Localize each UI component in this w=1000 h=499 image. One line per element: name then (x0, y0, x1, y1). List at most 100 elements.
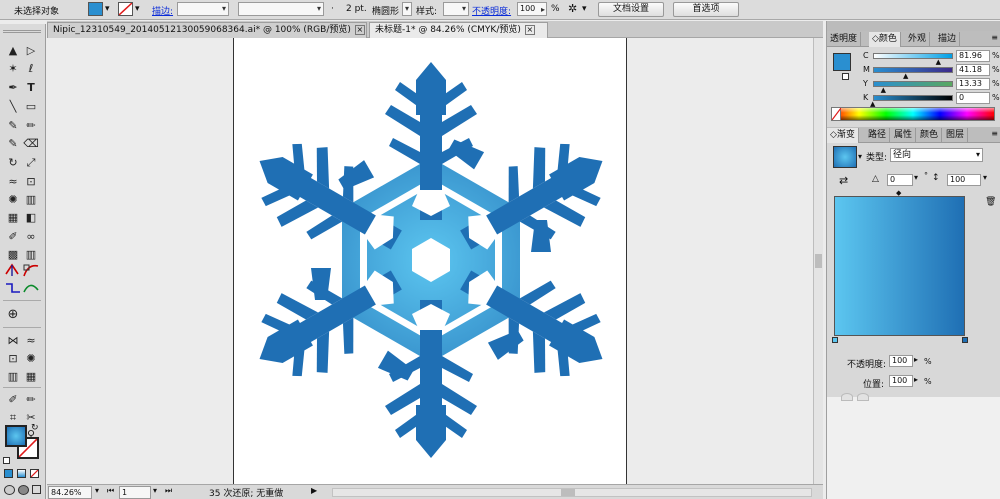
stop-opacity-arrow[interactable]: ▸ (914, 355, 918, 364)
mesh-tool-icon[interactable]: ▦ (5, 210, 21, 226)
artboard-number-field[interactable]: 1 (119, 486, 151, 499)
cyan-value[interactable]: 81.96 (956, 50, 990, 62)
delete-stop-icon[interactable]: 🗑 (985, 197, 996, 207)
panel-dock-header[interactable] (827, 21, 1000, 31)
opacity-input[interactable]: 100 ▸ (517, 2, 547, 16)
tab-color-2[interactable]: 颜色 (917, 128, 943, 143)
canvas-area[interactable] (47, 38, 813, 484)
artboard[interactable] (233, 38, 627, 484)
yellow-value[interactable]: 13.33 (956, 78, 990, 90)
blob-brush-tool-icon[interactable]: ✎ (5, 136, 21, 152)
brush-dropdown[interactable]: ▾ (402, 2, 412, 16)
stroke-swatch[interactable] (118, 2, 133, 16)
panel-menu-icon[interactable]: ≡ (991, 33, 998, 42)
live-paint-tool-icon[interactable]: ▩ (5, 247, 21, 263)
direct-selection-tool-icon[interactable]: ▷ (23, 43, 39, 59)
draw-behind-icon[interactable] (18, 485, 29, 495)
fill-color-box[interactable] (5, 425, 27, 447)
magenta-value[interactable]: 41.18 (956, 64, 990, 76)
reverse-gradient-icon[interactable]: ⇄ (839, 174, 848, 187)
magenta-slider-row[interactable]: M ▲ 41.18 % (827, 64, 1000, 80)
cyan-slider-track[interactable] (873, 53, 953, 59)
swap-colors-icon[interactable]: ↻ (31, 423, 39, 433)
stroke-link[interactable]: 描边: (152, 4, 173, 17)
gradient-stop-left[interactable] (832, 337, 838, 343)
cyan-slider-row[interactable]: C ▲ 81.96 % (827, 50, 1000, 66)
recolor-icon[interactable]: ✲ (568, 2, 577, 15)
screen-mode-icon[interactable] (32, 485, 41, 494)
variable-width-dropdown[interactable]: ▾ (238, 2, 324, 16)
color-spectrum-bar[interactable] (831, 107, 995, 121)
type-tool-icon[interactable]: T (23, 80, 39, 96)
paintbrush-tool-icon[interactable]: ✎ (5, 118, 21, 134)
perspective-selection-icon[interactable] (22, 280, 40, 296)
tab-nipic-document[interactable]: Nipic_12310549_20140512130059068364.ai* … (47, 22, 367, 38)
free-transform-tool-2-icon[interactable]: ⊡ (5, 351, 21, 367)
blend-tool-icon[interactable]: ∞ (23, 229, 39, 245)
measure-tool-icon[interactable]: ✏ (23, 392, 39, 408)
tab-transparency[interactable]: 透明度 (827, 32, 862, 47)
pencil-tool-icon[interactable]: ✏ (23, 118, 39, 134)
close-icon[interactable]: × (354, 24, 365, 35)
last-artboard-icon[interactable]: ⏭ (165, 486, 172, 496)
gradient-mode-icon[interactable] (17, 469, 26, 478)
graph-tool-2-icon[interactable]: ▥ (5, 369, 21, 385)
free-transform-tool-icon[interactable]: ⊡ (23, 174, 39, 190)
eyedropper-tool-icon[interactable]: ✐ (5, 229, 21, 245)
zoom-level-field[interactable]: 84.26% (48, 486, 92, 499)
live-paint-selection-icon[interactable] (22, 262, 40, 278)
panel-menu-icon-2[interactable]: ≡ (991, 129, 998, 138)
opacity-link[interactable]: 不透明度: (472, 4, 511, 17)
black-slider-row[interactable]: K ▲ 0 % (827, 92, 1000, 108)
column-graph-tool-icon[interactable]: ▥ (23, 192, 39, 208)
rotate-tool-icon[interactable]: ↻ (5, 155, 21, 171)
shape-builder-icon[interactable] (4, 262, 22, 278)
tab-color[interactable]: ◇颜色 (869, 32, 901, 47)
magic-wand-tool-icon[interactable]: ✶ (5, 61, 21, 77)
black-value[interactable]: 0 (956, 92, 990, 104)
snowflake-artwork[interactable] (234, 38, 628, 484)
bar-graph-tool-icon[interactable]: ▦ (23, 369, 39, 385)
fill-swatch[interactable] (88, 2, 103, 16)
stop-position-arrow[interactable]: ▸ (914, 375, 918, 384)
artboard-tool-icon[interactable]: ⌗ (5, 410, 21, 426)
aspect-ratio-field[interactable]: 100 (947, 174, 981, 186)
black-slider-track[interactable] (873, 95, 953, 101)
recolor-dropdown-arrow[interactable]: ▾ (582, 4, 587, 14)
eyedropper-tool-2-icon[interactable]: ✐ (5, 392, 21, 408)
vertical-scroll-thumb[interactable] (815, 254, 822, 268)
line-tool-icon[interactable]: ╲ (5, 99, 21, 115)
gradient-preview-swatch[interactable] (833, 146, 857, 168)
gradient-tool-icon[interactable]: ◧ (23, 210, 39, 226)
gradient-stop-right[interactable] (962, 337, 968, 343)
preferences-button[interactable]: 首选项 (673, 2, 739, 17)
style-dropdown[interactable]: ▾ (443, 2, 469, 16)
default-colors-icon[interactable] (3, 457, 10, 464)
tab-gradient[interactable]: ◇渐变 (827, 128, 859, 143)
perspective-grid-icon[interactable] (4, 280, 22, 296)
tab-stroke[interactable]: 描边 (935, 32, 961, 47)
tab-attributes[interactable]: 属性 (891, 128, 917, 143)
horizontal-scroll-thumb[interactable] (561, 489, 575, 496)
color-mode-icon[interactable] (4, 469, 13, 478)
yellow-slider-row[interactable]: Y ▲ 13.33 % (827, 78, 1000, 94)
vertical-scrollbar[interactable] (813, 38, 823, 484)
tab-layers[interactable]: 图层 (943, 128, 969, 143)
toolbox-grip[interactable] (3, 30, 41, 33)
tab-untitled-document[interactable]: 未标题-1* @ 84.26% (CMYK/预览) × (369, 22, 548, 38)
stop-opacity-field[interactable]: 100 (889, 355, 913, 367)
none-swatch[interactable] (832, 108, 841, 120)
first-artboard-icon[interactable]: ⏮ (107, 486, 114, 496)
graph-tool-icon[interactable]: ▥ (23, 247, 39, 263)
selection-tool-icon[interactable]: ▲ (5, 43, 21, 59)
warp-tool-2-icon[interactable]: ≈ (23, 333, 39, 349)
angle-dropdown-arrow[interactable]: ▾ (914, 173, 918, 182)
none-mode-icon[interactable] (30, 469, 39, 478)
tab-appearance[interactable]: 外观 (905, 32, 931, 47)
zoom-dropdown-arrow[interactable]: ▾ (95, 486, 99, 495)
close-icon[interactable]: × (524, 24, 535, 35)
gradient-type-dropdown[interactable]: 径向 ▾ (890, 148, 983, 162)
stroke-dropdown-arrow[interactable]: ▾ (135, 4, 140, 14)
aspect-dropdown-arrow[interactable]: ▾ (983, 173, 987, 182)
horizontal-scrollbar[interactable] (332, 488, 812, 497)
